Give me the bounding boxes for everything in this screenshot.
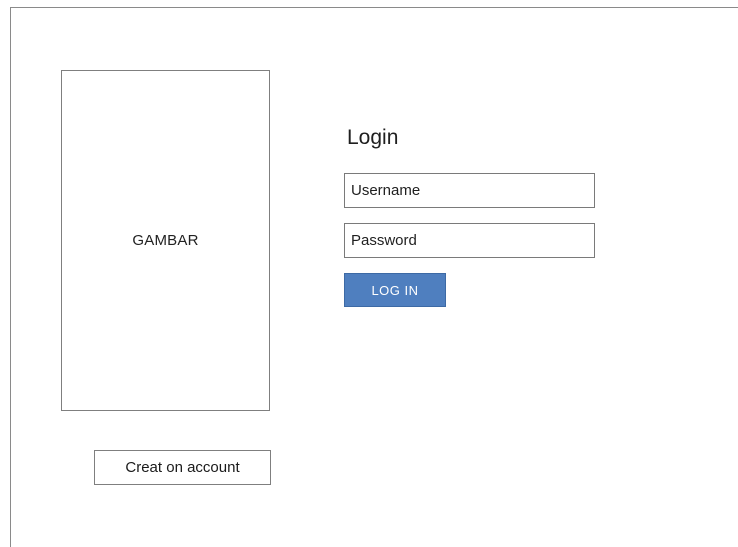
image-placeholder-label: GAMBAR: [132, 232, 199, 249]
login-title: Login: [347, 126, 399, 149]
login-button[interactable]: LOG IN: [344, 273, 446, 307]
create-account-button[interactable]: Creat on account: [94, 450, 271, 485]
username-input[interactable]: [344, 173, 595, 208]
image-placeholder: GAMBAR: [61, 70, 270, 411]
password-input[interactable]: [344, 223, 595, 258]
